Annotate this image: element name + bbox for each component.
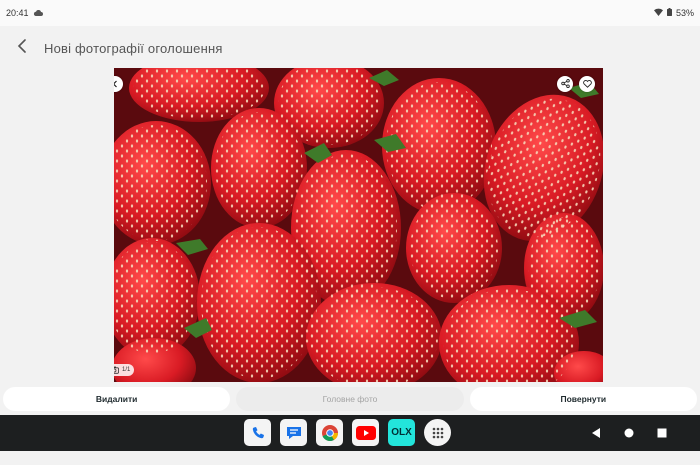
app-bar: Нові фотографії оголошення: [0, 26, 700, 70]
phone-app-icon[interactable]: [244, 419, 271, 446]
delete-button[interactable]: Видалити: [3, 387, 231, 411]
home-nav-icon[interactable]: [621, 425, 637, 441]
recents-nav-icon[interactable]: [654, 425, 670, 441]
back-nav-icon[interactable]: [588, 425, 604, 441]
listing-photo[interactable]: 1/1: [114, 68, 603, 382]
photo-counter-text: 1/1: [122, 367, 131, 373]
chrome-app-icon[interactable]: [316, 419, 343, 446]
olx-label: OLX: [391, 427, 412, 438]
photo-counter: 1/1: [114, 364, 135, 376]
taskbar: OLX: [0, 415, 700, 451]
youtube-app-icon[interactable]: [352, 419, 379, 446]
share-icon: [560, 75, 570, 93]
chevron-left-icon: [114, 75, 118, 93]
share-button[interactable]: [557, 76, 573, 92]
set-main-photo-button[interactable]: Головне фото: [236, 387, 464, 411]
status-time: 20:41: [6, 8, 29, 18]
olx-app-icon[interactable]: OLX: [388, 419, 415, 446]
wifi-icon: [653, 8, 663, 18]
rotate-button[interactable]: Повернути: [469, 387, 697, 411]
app-drawer-icon[interactable]: [424, 419, 451, 446]
battery-percent: 53%: [675, 8, 694, 18]
strawberries-image: [114, 68, 603, 382]
heart-icon: [582, 75, 592, 93]
favorite-button[interactable]: [579, 76, 595, 92]
app-dock: OLX: [244, 419, 451, 446]
battery-icon: [666, 8, 672, 18]
camera-icon: [114, 366, 119, 376]
bottom-strip: [0, 451, 700, 465]
status-bar: 20:41 53%: [0, 0, 700, 26]
cloud-icon: [33, 8, 43, 18]
photo-actions: Видалити Головне фото Повернути: [0, 387, 700, 411]
page-title: Нові фотографії оголошення: [44, 40, 223, 56]
back-arrow-icon: [17, 38, 27, 58]
messages-app-icon[interactable]: [280, 419, 307, 446]
back-button[interactable]: [0, 26, 44, 70]
system-navigation: [588, 415, 670, 451]
